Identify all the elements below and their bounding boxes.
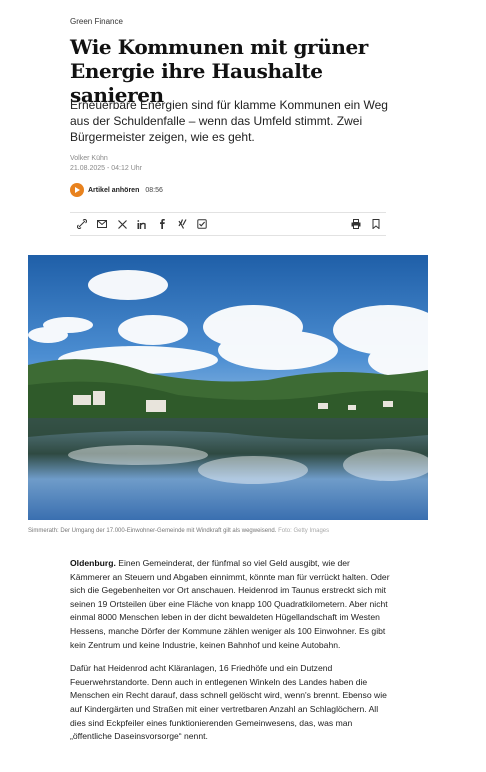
audio-label[interactable]: Artikel anhören (88, 187, 139, 194)
article-kicker[interactable]: Green Finance (70, 17, 123, 26)
lake-photo (28, 255, 428, 520)
audio-player[interactable]: Artikel anhören 08:56 (70, 183, 163, 197)
audio-duration: 08:56 (145, 186, 163, 194)
author-name[interactable]: Volker Kühn (70, 154, 142, 164)
publish-date: 21.08.2025 - 04:12 Uhr (70, 165, 142, 172)
link-icon[interactable] (72, 214, 92, 234)
body-paragraph: Oldenburg. Einen Gemeinderat, der fünfma… (70, 557, 392, 652)
dateline: Oldenburg. (70, 558, 116, 568)
body-text-1: Einen Gemeinderat, der fünfmal so viel G… (70, 558, 390, 650)
whatsapp-icon[interactable] (192, 214, 212, 234)
caption-text: Simmerath: Der Umgang der 17.000-Einwohn… (28, 528, 277, 534)
body-paragraph: Dafür hat Heidenrod acht Kläranlagen, 16… (70, 663, 387, 742)
play-icon[interactable] (70, 183, 84, 197)
x-icon[interactable] (112, 214, 132, 234)
photo-credit: Foto: Getty Images (278, 528, 330, 534)
author-block: Volker Kühn 21.08.2025 - 04:12 Uhr (70, 154, 142, 174)
linkedin-icon[interactable] (132, 214, 152, 234)
article-body: Oldenburg. Einen Gemeinderat, der fünfma… (70, 557, 392, 754)
share-bar (70, 212, 386, 236)
article-lead: Erneuerbare Energien sind für klamme Kom… (70, 98, 388, 144)
bookmark-icon[interactable] (366, 214, 386, 234)
facebook-icon[interactable] (152, 214, 172, 234)
mail-icon[interactable] (92, 214, 112, 234)
xing-icon[interactable] (172, 214, 192, 234)
photo-caption: Simmerath: Der Umgang der 17.000-Einwohn… (28, 528, 329, 534)
print-icon[interactable] (346, 214, 366, 234)
